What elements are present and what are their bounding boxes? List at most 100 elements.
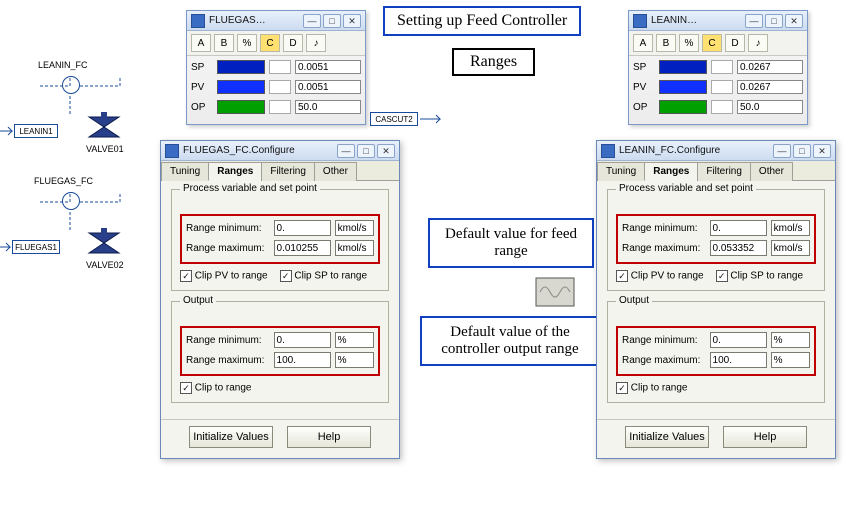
pv-value[interactable]: 0.0051	[295, 80, 361, 94]
max-button[interactable]: □	[357, 144, 375, 158]
clip-out-checkbox[interactable]: ✓	[616, 382, 628, 394]
tool-b[interactable]: B	[656, 34, 676, 52]
clip-sp-checkbox[interactable]: ✓	[716, 270, 728, 282]
clip-pv-checkbox[interactable]: ✓	[616, 270, 628, 282]
pv-min-input[interactable]: 0.	[710, 220, 767, 236]
tab-other[interactable]: Other	[750, 162, 793, 181]
max-button[interactable]: □	[323, 14, 341, 28]
faceplate-fluegas-titlebar[interactable]: FLUEGAS… — □ ✕	[187, 11, 365, 31]
min-button[interactable]: —	[337, 144, 355, 158]
close-button[interactable]: ✕	[377, 144, 395, 158]
help-button[interactable]: Help	[723, 426, 807, 448]
tab-ranges[interactable]: Ranges	[644, 162, 698, 181]
app-icon	[633, 14, 647, 28]
max-button[interactable]: □	[793, 144, 811, 158]
pv-max-input[interactable]: 0.010255	[274, 240, 331, 256]
tool-c[interactable]: C	[260, 34, 280, 52]
out-min-input[interactable]: 0.	[274, 332, 331, 348]
min-button[interactable]: —	[773, 144, 791, 158]
op-value[interactable]: 50.0	[737, 100, 803, 114]
help-button[interactable]: Help	[287, 426, 371, 448]
pv-min-input[interactable]: 0.	[274, 220, 331, 236]
op-value[interactable]: 50.0	[295, 100, 361, 114]
op-label: OP	[191, 102, 213, 113]
pv-value[interactable]: 0.0267	[737, 80, 803, 94]
sp-value[interactable]: 0.0051	[295, 60, 361, 74]
valve02-label: VALVE02	[86, 260, 124, 270]
out-max-input[interactable]: 100.	[710, 352, 767, 368]
pv-min-unit[interactable]: kmol/s	[771, 220, 810, 236]
pv-max-unit[interactable]: kmol/s	[335, 240, 374, 256]
group-pv-sp-title: Process variable and set point	[616, 183, 756, 194]
highlight-pv-range: Range minimum: 0. kmol/s Range maximum: …	[616, 214, 816, 264]
close-button[interactable]: ✕	[813, 144, 831, 158]
pv-max-unit[interactable]: kmol/s	[771, 240, 810, 256]
pv-min-label: Range minimum:	[622, 223, 706, 234]
tab-other[interactable]: Other	[314, 162, 357, 181]
faceplate-toolbar: A B % C D ♪	[187, 31, 365, 56]
sp-value[interactable]: 0.0267	[737, 60, 803, 74]
out-max-input[interactable]: 100.	[274, 352, 331, 368]
tool-b[interactable]: B	[214, 34, 234, 52]
clip-out-checkbox[interactable]: ✓	[180, 382, 192, 394]
pv-swatch	[217, 80, 265, 94]
tool-a[interactable]: A	[633, 34, 653, 52]
min-button[interactable]: —	[745, 14, 763, 28]
tab-tuning[interactable]: Tuning	[161, 162, 209, 181]
clip-sp-checkbox[interactable]: ✓	[280, 270, 292, 282]
pv-empty	[269, 80, 291, 94]
pv-max-input[interactable]: 0.053352	[710, 240, 767, 256]
op-empty	[269, 100, 291, 114]
tool-c[interactable]: C	[702, 34, 722, 52]
op-swatch	[659, 100, 707, 114]
tool-note[interactable]: ♪	[306, 34, 326, 52]
dialog-fluegas-titlebar[interactable]: FLUEGAS_FC.Configure — □ ✕	[161, 141, 399, 161]
out-max-unit[interactable]: %	[771, 352, 810, 368]
initialize-values-button[interactable]: Initialize Values	[189, 426, 273, 448]
valve01[interactable]	[84, 112, 124, 142]
app-icon	[191, 14, 205, 28]
group-output-title: Output	[180, 295, 216, 306]
pv-label: PV	[633, 82, 655, 93]
out-min-input[interactable]: 0.	[710, 332, 767, 348]
dialog-fluegas-configure[interactable]: FLUEGAS_FC.Configure — □ ✕ Tuning Ranges…	[160, 140, 400, 459]
pv-label: PV	[191, 82, 213, 93]
tab-tuning[interactable]: Tuning	[597, 162, 645, 181]
callout-feed-range: Default value for feed range	[428, 218, 594, 268]
tool-percent[interactable]: %	[679, 34, 699, 52]
clip-pv-label: Clip PV to range	[195, 271, 268, 282]
pv-max-label: Range maximum:	[622, 243, 706, 254]
max-button[interactable]: □	[765, 14, 783, 28]
out-min-unit[interactable]: %	[771, 332, 810, 348]
tab-filtering[interactable]: Filtering	[697, 162, 751, 181]
app-icon	[601, 144, 615, 158]
faceplate-leanin-titlebar[interactable]: LEANIN… — □ ✕	[629, 11, 807, 31]
tool-d[interactable]: D	[283, 34, 303, 52]
tool-note[interactable]: ♪	[748, 34, 768, 52]
out-max-unit[interactable]: %	[335, 352, 374, 368]
pv-empty	[711, 80, 733, 94]
pv-min-unit[interactable]: kmol/s	[335, 220, 374, 236]
tool-percent[interactable]: %	[237, 34, 257, 52]
group-output: Output Range minimum: 0. % Range maximum…	[607, 301, 825, 403]
tool-d[interactable]: D	[725, 34, 745, 52]
faceplate-fluegas[interactable]: FLUEGAS… — □ ✕ A B % C D ♪ SP 0.0051 PV …	[186, 10, 366, 125]
faceplate-leanin[interactable]: LEANIN… — □ ✕ A B % C D ♪ SP 0.0267 PV 0…	[628, 10, 808, 125]
close-button[interactable]: ✕	[343, 14, 361, 28]
dialog-fluegas-tabs: Tuning Ranges Filtering Other	[161, 161, 399, 181]
tool-a[interactable]: A	[191, 34, 211, 52]
dialog-leanin-titlebar[interactable]: LEANIN_FC.Configure — □ ✕	[597, 141, 835, 161]
valve02[interactable]	[84, 228, 124, 258]
sp-empty	[711, 60, 733, 74]
clip-sp-label: Clip SP to range	[730, 271, 803, 282]
heater-block[interactable]	[530, 270, 580, 314]
initialize-values-button[interactable]: Initialize Values	[625, 426, 709, 448]
min-button[interactable]: —	[303, 14, 321, 28]
out-min-unit[interactable]: %	[335, 332, 374, 348]
tab-ranges[interactable]: Ranges	[208, 162, 262, 181]
op-label: OP	[633, 102, 655, 113]
clip-pv-checkbox[interactable]: ✓	[180, 270, 192, 282]
tab-filtering[interactable]: Filtering	[261, 162, 315, 181]
close-button[interactable]: ✕	[785, 14, 803, 28]
dialog-leanin-configure[interactable]: LEANIN_FC.Configure — □ ✕ Tuning Ranges …	[596, 140, 836, 459]
